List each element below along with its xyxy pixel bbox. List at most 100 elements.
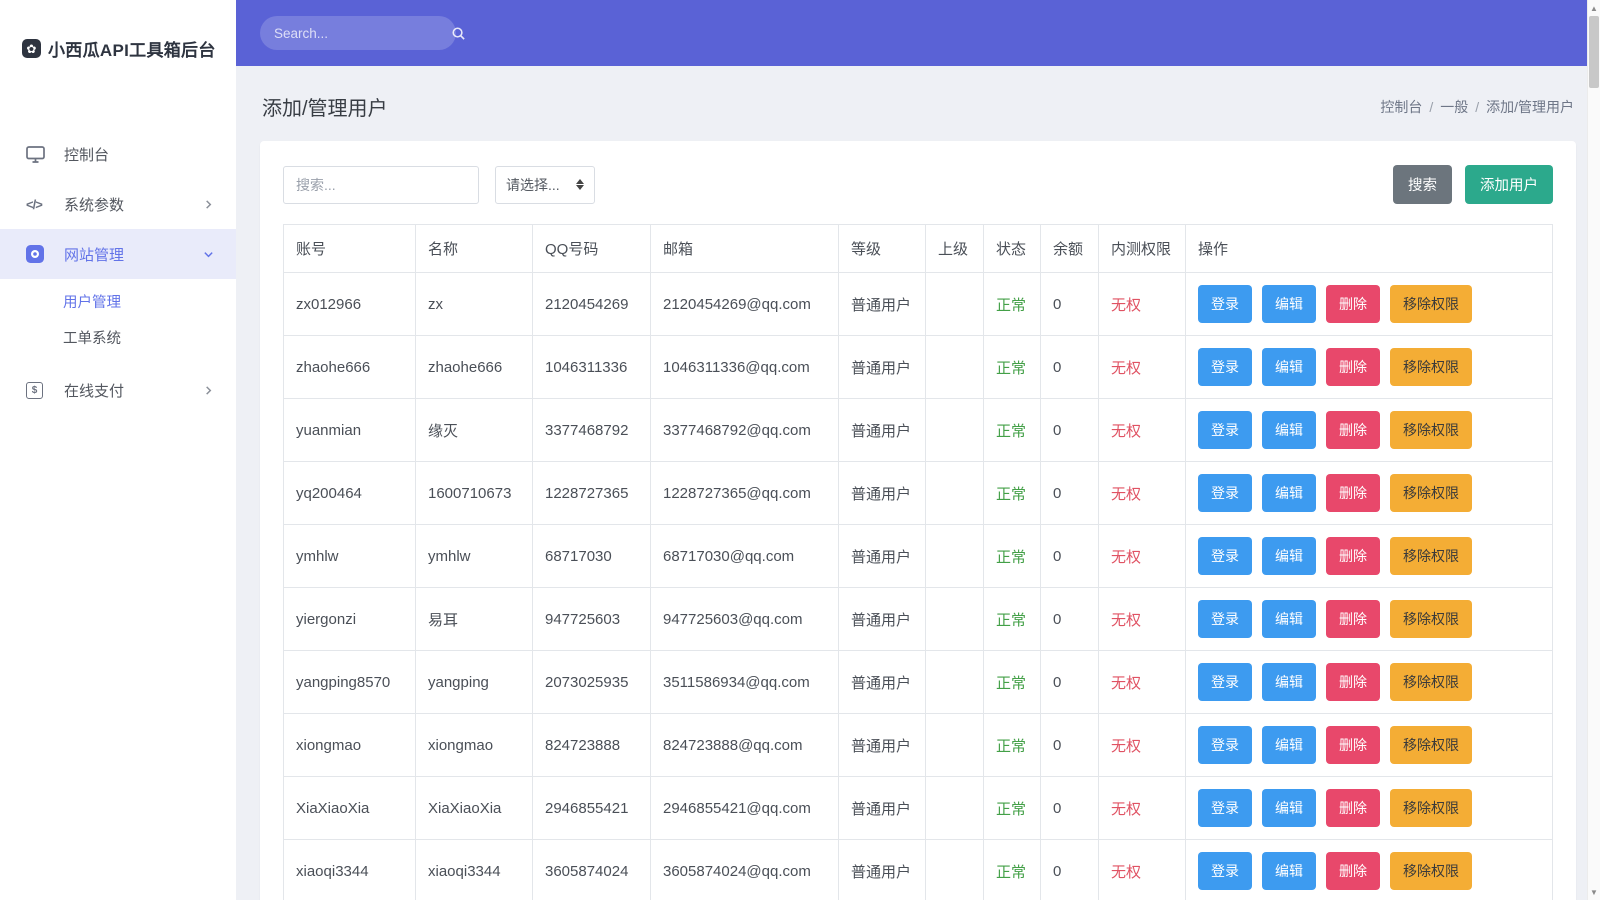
cell-level: 普通用户 — [838, 524, 926, 588]
cell-actions: 登录 编辑 删除 移除权限 — [1185, 461, 1553, 525]
search-icon[interactable] — [451, 26, 466, 41]
table-search-input[interactable] — [283, 165, 479, 204]
login-button[interactable]: 登录 — [1198, 348, 1252, 386]
login-button[interactable]: 登录 — [1198, 537, 1252, 575]
login-button[interactable]: 登录 — [1198, 726, 1252, 764]
breadcrumb-item: 添加/管理用户 — [1486, 98, 1574, 115]
edit-button[interactable]: 编辑 — [1262, 285, 1316, 323]
login-button[interactable]: 登录 — [1198, 285, 1252, 323]
sidebar-subitem-label: 用户管理 — [63, 294, 121, 311]
cell-parent — [925, 524, 984, 588]
table-row: yq200464 1600710673 1228727365 1228727365@q… — [283, 461, 1553, 525]
table-row: xiongmao xiongmao 824723888 824723888@qq.co… — [283, 713, 1553, 777]
edit-button[interactable]: 编辑 — [1262, 789, 1316, 827]
remove-permission-button[interactable]: 移除权限 — [1390, 663, 1472, 701]
edit-button[interactable]: 编辑 — [1262, 726, 1316, 764]
delete-button[interactable]: 删除 — [1326, 474, 1380, 512]
search-button[interactable]: 搜索 — [1393, 165, 1452, 204]
sidebar-item-label: 控制台 — [64, 146, 110, 164]
remove-permission-button[interactable]: 移除权限 — [1390, 537, 1472, 575]
cell-email: 824723888@qq.com — [650, 713, 839, 777]
scroll-up-arrow-icon[interactable]: ▲ — [1588, 1, 1600, 15]
status-badge: 正常 — [996, 548, 1027, 566]
status-badge: 正常 — [996, 422, 1027, 440]
login-button[interactable]: 登录 — [1198, 852, 1252, 890]
cell-account: yq200464 — [283, 461, 416, 525]
delete-button[interactable]: 删除 — [1326, 537, 1380, 575]
sidebar-item-system-params[interactable]: </> 系统参数 — [0, 179, 236, 229]
cell-status: 正常 — [983, 839, 1041, 900]
login-button[interactable]: 登录 — [1198, 663, 1252, 701]
topbar-search[interactable] — [260, 16, 465, 50]
edit-button[interactable]: 编辑 — [1262, 663, 1316, 701]
page-scrollbar[interactable]: ▲ ▼ — [1587, 0, 1600, 900]
remove-permission-button[interactable]: 移除权限 — [1390, 852, 1472, 890]
cell-status: 正常 — [983, 713, 1041, 777]
table-row: yuanmian 缘灭 3377468792 3377468792@qq.com 普通用… — [283, 398, 1553, 462]
remove-permission-button[interactable]: 移除权限 — [1390, 600, 1472, 638]
delete-button[interactable]: 删除 — [1326, 852, 1380, 890]
cell-balance: 0 — [1040, 587, 1099, 651]
table-row: yiergonzi 易耳 947725603 947725603@qq.com 普通用户… — [283, 587, 1553, 651]
table-row: zx012966 zx 2120454269 2120454269@qq.com 普通用… — [283, 272, 1553, 336]
remove-permission-button[interactable]: 移除权限 — [1390, 474, 1472, 512]
topbar-search-input[interactable] — [274, 25, 451, 41]
edit-button[interactable]: 编辑 — [1262, 600, 1316, 638]
cell-parent — [925, 272, 984, 336]
delete-button[interactable]: 删除 — [1326, 600, 1380, 638]
remove-permission-button[interactable]: 移除权限 — [1390, 789, 1472, 827]
cell-balance: 0 — [1040, 272, 1099, 336]
beta-permission-badge: 无权 — [1111, 359, 1142, 377]
code-icon: </> — [26, 196, 43, 212]
remove-permission-button[interactable]: 移除权限 — [1390, 348, 1472, 386]
cell-status: 正常 — [983, 524, 1041, 588]
cell-qq: 1228727365 — [532, 461, 651, 525]
delete-button[interactable]: 删除 — [1326, 348, 1380, 386]
column-header: 操作 — [1185, 224, 1553, 273]
login-button[interactable]: 登录 — [1198, 474, 1252, 512]
cell-qq: 2946855421 — [532, 776, 651, 840]
login-button[interactable]: 登录 — [1198, 411, 1252, 449]
edit-button[interactable]: 编辑 — [1262, 411, 1316, 449]
table-row: XiaXiaoXia XiaXiaoXia 2946855421 2946855421… — [283, 776, 1553, 840]
users-table: 账号 名称 QQ号码 邮箱 等级 上级 状态 余额 内测权限 操作 zx012966 zx 21204… — [283, 224, 1553, 900]
remove-permission-button[interactable]: 移除权限 — [1390, 411, 1472, 449]
cell-status: 正常 — [983, 587, 1041, 651]
login-button[interactable]: 登录 — [1198, 789, 1252, 827]
cell-balance: 0 — [1040, 398, 1099, 462]
cell-actions: 登录 编辑 删除 移除权限 — [1185, 524, 1553, 588]
breadcrumb-item[interactable]: 控制台 — [1380, 99, 1422, 115]
edit-button[interactable]: 编辑 — [1262, 537, 1316, 575]
delete-button[interactable]: 删除 — [1326, 285, 1380, 323]
add-user-button[interactable]: 添加用户 — [1465, 165, 1553, 204]
sidebar-item-online-payment[interactable]: $ 在线支付 — [0, 365, 236, 415]
cell-name: xiaoqi3344 — [415, 839, 533, 900]
scrollbar-thumb[interactable] — [1589, 16, 1599, 88]
column-header: 名称 — [415, 224, 533, 273]
edit-button[interactable]: 编辑 — [1262, 474, 1316, 512]
sidebar-subitem-user-management[interactable]: 用户管理 — [0, 283, 236, 319]
scroll-down-arrow-icon[interactable]: ▼ — [1588, 885, 1600, 899]
edit-button[interactable]: 编辑 — [1262, 852, 1316, 890]
remove-permission-button[interactable]: 移除权限 — [1390, 285, 1472, 323]
filter-select[interactable]: 请选择... — [495, 165, 595, 204]
cell-level: 普通用户 — [838, 650, 926, 714]
cell-name: XiaXiaoXia — [415, 776, 533, 840]
remove-permission-button[interactable]: 移除权限 — [1390, 726, 1472, 764]
cell-level: 普通用户 — [838, 587, 926, 651]
delete-button[interactable]: 删除 — [1326, 411, 1380, 449]
sidebar-item-site-management[interactable]: 网站管理 — [0, 229, 236, 279]
app-logo[interactable]: ✿ 小西瓜API工具箱后台 — [0, 0, 236, 71]
delete-button[interactable]: 删除 — [1326, 726, 1380, 764]
delete-button[interactable]: 删除 — [1326, 789, 1380, 827]
beta-permission-badge: 无权 — [1111, 485, 1142, 503]
sidebar-subitem-ticket-system[interactable]: 工单系统 — [0, 319, 236, 355]
sidebar-item-dashboard[interactable]: 控制台 — [0, 129, 236, 179]
column-header: 等级 — [838, 224, 926, 273]
edit-button[interactable]: 编辑 — [1262, 348, 1316, 386]
delete-button[interactable]: 删除 — [1326, 663, 1380, 701]
breadcrumb-item[interactable]: 一般 — [1440, 99, 1468, 115]
cell-beta: 无权 — [1098, 776, 1186, 840]
cell-status: 正常 — [983, 335, 1041, 399]
login-button[interactable]: 登录 — [1198, 600, 1252, 638]
